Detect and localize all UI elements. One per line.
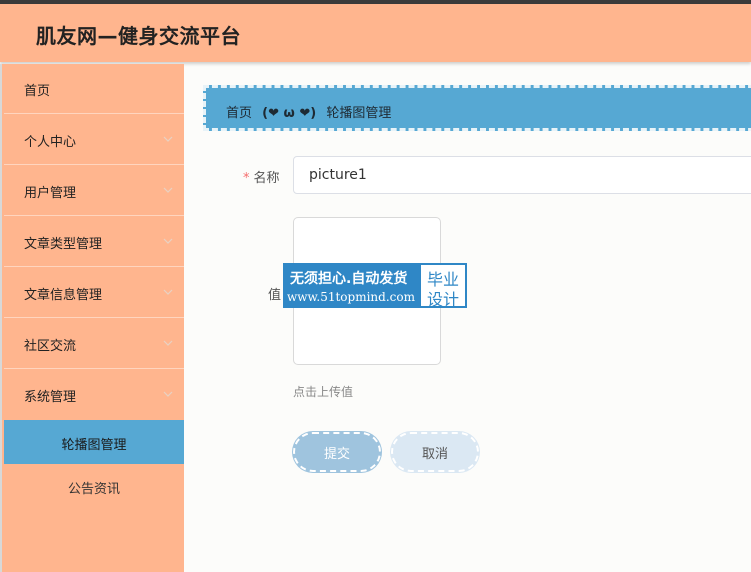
sidebar-subitem-label: 轮播图管理: [61, 438, 127, 453]
sidebar-item-label: 个人中心: [24, 135, 77, 150]
sidebar-item-system[interactable]: 系统管理: [4, 370, 184, 420]
watermark-line1: 无须担心.自动发货: [290, 271, 408, 287]
breadcrumb-text: 首页 (❤ ω ❤) 轮播图管理: [226, 102, 391, 121]
name-label: * 名称: [243, 167, 280, 186]
chevron-down-icon: [163, 289, 173, 295]
sidebar-subitem-label: 公告资讯: [67, 482, 120, 497]
sidebar-item-label: 文章信息管理: [24, 288, 103, 303]
submit-button[interactable]: 提交: [293, 432, 381, 472]
chevron-down-icon: [163, 187, 173, 193]
breadcrumb-current: 轮播图管理: [326, 106, 392, 121]
breadcrumb-separator: (❤ ω ❤): [262, 106, 317, 121]
app-title: 肌友网—健身交流平台: [36, 24, 241, 48]
sidebar-item-user-management[interactable]: 用户管理: [4, 166, 184, 216]
sidebar-subitem-announcements[interactable]: 公告资讯: [4, 464, 184, 508]
sidebar-subitem-carousel[interactable]: 轮播图管理: [4, 420, 184, 464]
name-input[interactable]: [293, 156, 751, 194]
chevron-down-icon: [163, 136, 173, 142]
breadcrumb: 首页 (❤ ω ❤) 轮播图管理: [203, 85, 751, 131]
watermark-url: www.51topmind.com: [287, 290, 415, 304]
cancel-button[interactable]: 取消: [391, 432, 479, 472]
sidebar-item-label: 首页: [24, 84, 51, 99]
watermark-side: 毕业 设计: [419, 263, 467, 309]
upload-tip: 点击上传值: [293, 385, 354, 399]
required-mark: *: [243, 171, 250, 186]
chevron-down-icon: [163, 340, 173, 346]
name-label-text: 名称: [253, 171, 280, 186]
watermark-side-line2: 设计: [427, 290, 460, 309]
chevron-down-icon: [163, 238, 173, 244]
sidebar-item-label: 社区交流: [24, 339, 77, 354]
breadcrumb-home[interactable]: 首页: [226, 106, 252, 121]
watermark-badge: 无须担心.自动发货 www.51topmind.com 毕业 设计: [283, 263, 467, 309]
sidebar: 首页 个人中心 用户管理 文章类型管理 文章信息管理 社区交流 系统管理 轮播图…: [0, 64, 184, 572]
sidebar-item-label: 用户管理: [24, 186, 77, 201]
sidebar-item-label: 系统管理: [24, 390, 77, 405]
value-label: 值: [268, 288, 282, 303]
sidebar-item-article-info[interactable]: 文章信息管理: [4, 268, 184, 318]
sidebar-item-community[interactable]: 社区交流: [4, 319, 184, 369]
sidebar-item-label: 文章类型管理: [24, 237, 103, 252]
sidebar-item-personal-center[interactable]: 个人中心: [4, 115, 184, 165]
sidebar-item-article-type[interactable]: 文章类型管理: [4, 217, 184, 267]
sidebar-item-home[interactable]: 首页: [4, 64, 184, 114]
app-header: 肌友网—健身交流平台: [0, 4, 751, 62]
watermark-panel: 无须担心.自动发货 www.51topmind.com: [283, 263, 419, 308]
chevron-up-icon: [163, 391, 173, 397]
